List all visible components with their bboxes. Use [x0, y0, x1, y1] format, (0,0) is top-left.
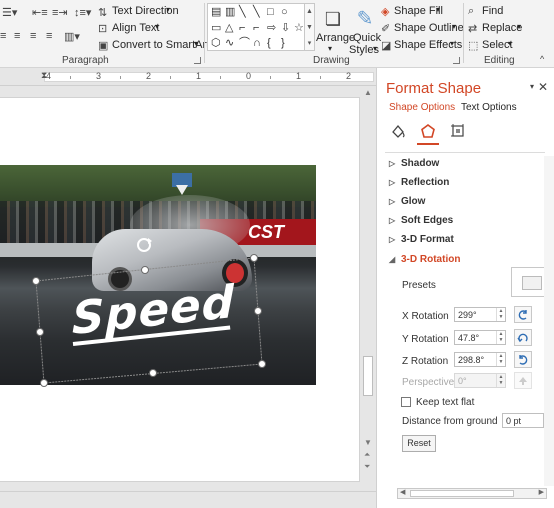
collapse-ribbon-icon[interactable]: ^: [540, 54, 544, 64]
caret-right-icon: ▷: [389, 235, 396, 244]
chevron-down-icon: ▾: [508, 39, 513, 48]
spinner-arrows-icon: ▲ ▼: [496, 374, 505, 387]
resize-handle[interactable]: [32, 277, 40, 285]
resize-handle[interactable]: [254, 307, 262, 315]
resize-handle[interactable]: [36, 328, 44, 336]
fill-line-icon[interactable]: [389, 122, 407, 140]
scroll-down-icon[interactable]: ▼: [364, 438, 372, 447]
resize-handle[interactable]: [250, 254, 258, 262]
next-slide-icon[interactable]: ⏷: [364, 462, 370, 472]
caret-right-icon: ▷: [389, 197, 396, 206]
y-rotation-label: Y Rotation: [402, 334, 449, 345]
pane-horizontal-scrollbar[interactable]: ◀ ▶: [397, 488, 547, 499]
shape-effects-icon: ◪: [381, 40, 392, 52]
chevron-down-icon: ▾: [450, 39, 455, 48]
tab-text-options[interactable]: Text Options: [461, 102, 517, 113]
replace-icon: ⇄: [468, 23, 478, 35]
section-soft-edges[interactable]: ▷ Soft Edges: [389, 215, 453, 226]
editing-group-label: Editing: [484, 55, 515, 66]
tab-shape-options[interactable]: Shape Options: [389, 102, 455, 113]
x-rotate-left-icon[interactable]: [514, 306, 532, 323]
spinner-arrows-icon[interactable]: ▲ ▼: [496, 331, 505, 344]
find-button[interactable]: Find: [482, 5, 503, 17]
pen-icon: ✐: [381, 23, 391, 35]
status-area: [0, 491, 376, 508]
keep-text-flat-label: Keep text flat: [416, 397, 475, 408]
resize-handle[interactable]: [141, 266, 149, 274]
drawing-launcher-icon[interactable]: [453, 57, 460, 64]
divider: [463, 3, 464, 63]
section-reflection[interactable]: ▷ Reflection: [389, 177, 449, 188]
slide-vertical-scrollbar[interactable]: ▲ ▼ ⏶ ⏷: [361, 86, 376, 479]
perspective-input: 0° ▲ ▼: [454, 373, 506, 388]
distance-input[interactable]: 0 pt: [502, 413, 544, 428]
scroll-right-icon[interactable]: ▶: [539, 488, 544, 496]
selection-outline: [35, 257, 263, 384]
paint-bucket-icon: ◈: [381, 6, 390, 18]
x-rotation-label: X Rotation: [402, 311, 449, 322]
close-icon[interactable]: ✕: [538, 80, 548, 94]
pane-title: Format Shape: [386, 80, 482, 97]
keep-text-flat-checkbox[interactable]: [401, 397, 411, 407]
x-rotation-input[interactable]: 299° ▲ ▼: [454, 307, 506, 322]
perspective-label: Perspective: [402, 377, 455, 388]
section-shadow[interactable]: ▷ Shadow: [389, 158, 439, 169]
divider: [385, 152, 545, 153]
chevron-down-icon: ▾: [517, 22, 522, 31]
caret-right-icon: ▷: [389, 159, 396, 168]
scroll-thumb[interactable]: [363, 356, 373, 396]
caret-right-icon: ▷: [389, 216, 396, 225]
y-rotate-up-icon[interactable]: [514, 329, 532, 346]
perspective-up-icon: [514, 372, 532, 389]
distance-label: Distance from ground: [402, 416, 498, 427]
caret-down-icon: ◢: [389, 255, 396, 264]
resize-handle[interactable]: [40, 379, 48, 387]
section-glow[interactable]: ▷ Glow: [389, 196, 425, 207]
spinner-arrows-icon[interactable]: ▲ ▼: [496, 353, 505, 366]
reset-button[interactable]: Reset: [402, 435, 436, 452]
presets-label: Presets: [402, 280, 436, 291]
effects-icon[interactable]: [419, 122, 437, 140]
spinner-arrows-icon[interactable]: ▲ ▼: [496, 308, 505, 321]
resize-handle[interactable]: [149, 369, 157, 377]
caret-right-icon: ▷: [389, 178, 396, 187]
select-icon: ⬚: [468, 40, 479, 52]
scroll-thumb[interactable]: [410, 490, 514, 497]
chevron-down-icon: ▾: [452, 22, 457, 31]
y-rotation-input[interactable]: 47.8° ▲ ▼: [454, 330, 506, 345]
search-icon: ⌕: [468, 5, 475, 17]
z-rotate-clockwise-icon[interactable]: [514, 351, 532, 368]
scroll-left-icon[interactable]: ◀: [400, 488, 405, 496]
active-icon-underline: [417, 143, 439, 145]
section-3d-rotation[interactable]: ◢ 3-D Rotation: [389, 254, 460, 265]
pane-options-icon[interactable]: ▾: [530, 82, 534, 91]
scroll-up-icon[interactable]: ▲: [364, 88, 372, 97]
z-rotation-label: Z Rotation: [402, 356, 449, 367]
resize-handle[interactable]: [258, 360, 266, 368]
rotate-handle-icon[interactable]: [137, 238, 152, 252]
pane-vertical-scrollbar[interactable]: [544, 156, 554, 486]
previous-slide-icon[interactable]: ⏶: [364, 450, 370, 460]
z-rotation-input[interactable]: 298.8° ▲ ▼: [454, 352, 506, 367]
size-properties-icon[interactable]: [449, 122, 467, 140]
format-shape-pane: Format Shape ▾ ✕ Shape Options Text Opti…: [376, 68, 554, 508]
chevron-down-icon: ▾: [436, 5, 441, 14]
preset-preview: [522, 276, 542, 290]
section-3d-format[interactable]: ▷ 3-D Format: [389, 234, 454, 245]
